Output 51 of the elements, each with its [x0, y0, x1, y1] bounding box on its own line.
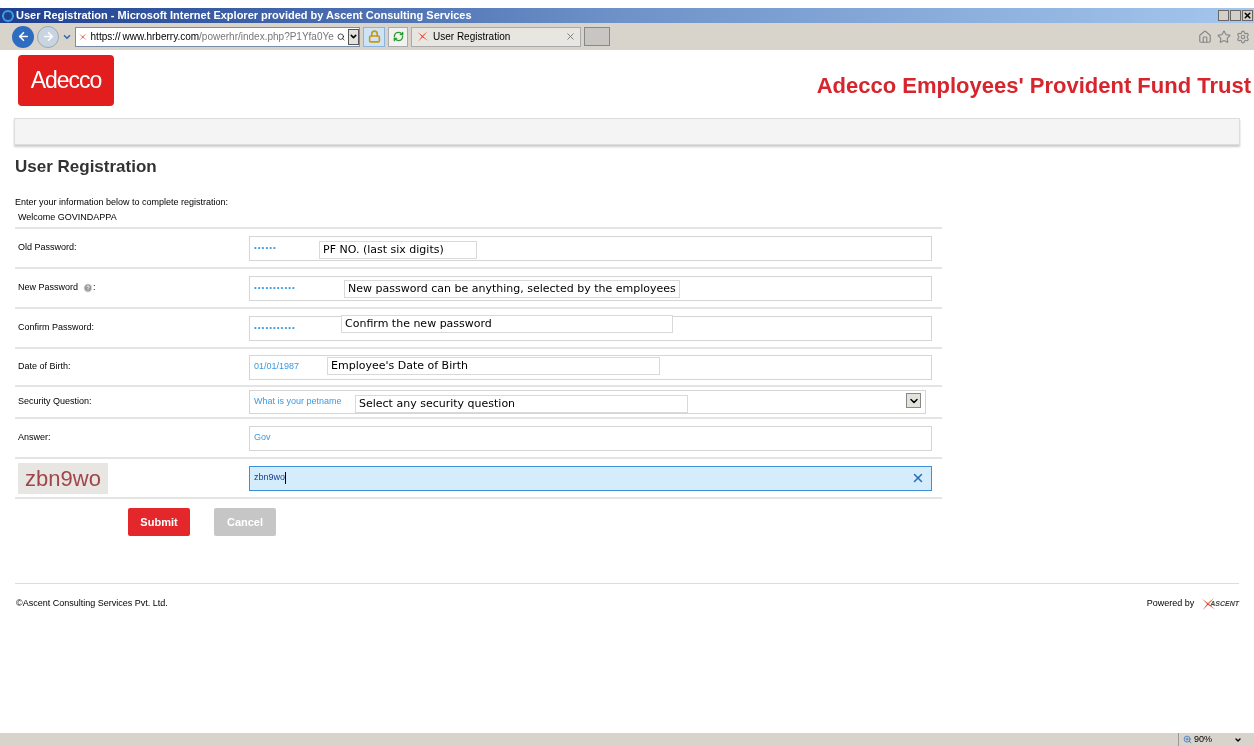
copyright-text: ©Ascent Consulting Services Pvt. Ltd. [15, 597, 168, 611]
input-field[interactable]: Gov [249, 425, 932, 451]
close-icon [1243, 11, 1252, 20]
help-icon[interactable] [83, 283, 94, 293]
page-heading: User Registration [15, 156, 158, 178]
url-scheme: https:// [90, 31, 121, 42]
company-logo: Adecco [18, 54, 114, 106]
settings-icon[interactable] [1236, 29, 1250, 44]
favorites-icon[interactable] [1217, 29, 1231, 44]
close-tab-icon[interactable] [565, 31, 576, 42]
zoom-in-icon [1183, 735, 1192, 744]
instruction-text: Enter your information below to complete registration: [15, 195, 230, 209]
welcome-text: Welcome GOVINDAPPA [18, 211, 117, 225]
dropdown-button[interactable] [348, 28, 359, 45]
zoom-control[interactable]: 90% [1178, 733, 1242, 746]
dropdown-button[interactable] [906, 393, 921, 408]
submit-button[interactable]: Submit [128, 508, 190, 536]
label-colon: : [93, 281, 96, 295]
window-title: User Registration - Microsoft Internet Explorer provided by Ascent Consulting Services [16, 8, 472, 24]
captcha-image: zbn9wo [18, 462, 108, 494]
field-label: Old Password: [18, 241, 77, 255]
back-button[interactable] [12, 25, 34, 48]
field-label: New Password [18, 281, 79, 295]
field-label: Answer: [18, 431, 51, 445]
lock-icon [367, 30, 381, 43]
powered-by-text: Powered by [1146, 597, 1195, 611]
search-icon[interactable] [336, 30, 345, 43]
refresh-icon [392, 31, 404, 42]
browser-tab[interactable]: User Registration [411, 26, 581, 47]
restore-button[interactable] [1230, 10, 1241, 21]
new-tab-button[interactable] [584, 27, 610, 46]
annotation-callout: Select any security question [355, 395, 688, 413]
input-field[interactable]: zbn9wo [249, 465, 932, 491]
chevron-down-icon [349, 32, 358, 41]
clear-icon[interactable] [911, 471, 925, 485]
close-button[interactable] [1242, 10, 1253, 21]
annotation-callout: Confirm the new password [341, 314, 673, 333]
field-label: Security Question: [18, 395, 92, 409]
address-bar[interactable]: https:// www.hrberry.com/powerhr/index.php?P1Yfa0Ye [75, 26, 360, 47]
home-icon[interactable] [1198, 29, 1212, 44]
browser-logo-icon [2, 9, 14, 22]
field-label: Date of Birth: [18, 360, 71, 374]
url-domain: www.hrberry.com [122, 31, 200, 42]
forward-arrow-icon [41, 30, 55, 43]
url-path: /powerhr/index.php?P1Yfa0Ye [199, 31, 334, 42]
minimize-button[interactable] [1218, 10, 1229, 21]
refresh-button[interactable] [388, 26, 408, 47]
organization-title: Adecco Employees' Provident Fund Trust [816, 71, 1251, 100]
forward-button[interactable] [37, 25, 59, 48]
back-arrow-icon [16, 30, 30, 43]
field-label: Confirm Password: [18, 321, 95, 335]
